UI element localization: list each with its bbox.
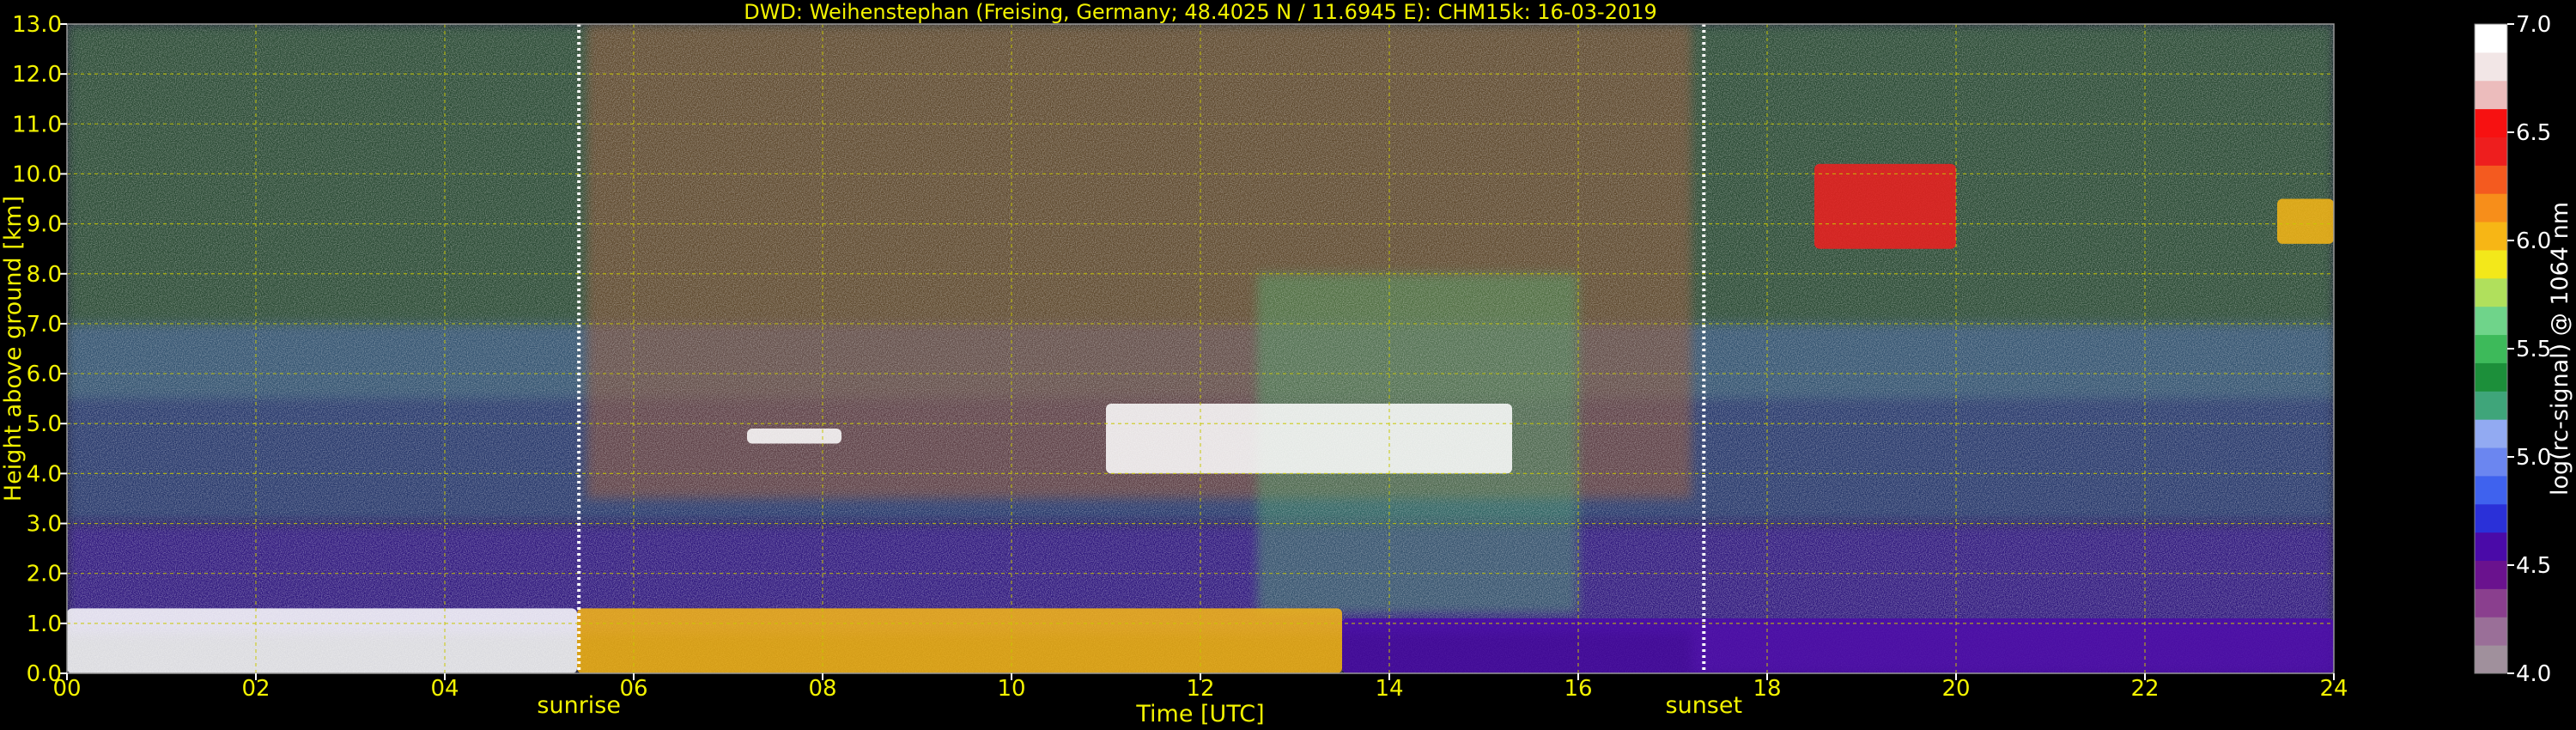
y-tick-label: 6.0 bbox=[27, 362, 62, 387]
y-tick-label: 11.0 bbox=[12, 112, 62, 137]
feature-region bbox=[747, 429, 841, 444]
x-tick-label: 22 bbox=[2130, 676, 2159, 702]
x-tick-label: 02 bbox=[241, 676, 270, 702]
x-tick-label: 12 bbox=[1186, 676, 1214, 702]
colorbar-tick-label: 6.5 bbox=[2516, 120, 2551, 146]
colorbar-segment bbox=[2475, 617, 2507, 646]
x-axis-label: Time [UTC] bbox=[1135, 701, 1264, 727]
colorbar-segment bbox=[2475, 80, 2507, 110]
feature-region bbox=[1342, 618, 2334, 673]
x-axis: 00 02 04 06 08 10 12 14 16 18 20 22 24 bbox=[52, 673, 2348, 702]
colorbar-segment bbox=[2475, 447, 2507, 477]
colorbar-segment bbox=[2475, 249, 2507, 279]
y-tick-label: 5.0 bbox=[27, 411, 62, 437]
colorbar-tick-label: 7.0 bbox=[2516, 12, 2551, 38]
y-tick-label: 10.0 bbox=[12, 161, 62, 187]
colorbar-segment bbox=[2475, 391, 2507, 420]
colorbar-segment bbox=[2475, 560, 2507, 589]
colorbar-segment bbox=[2475, 645, 2507, 674]
x-tick-label: 20 bbox=[1941, 676, 1970, 702]
y-tick-label: 4.0 bbox=[27, 461, 62, 487]
y-tick-label: 12.0 bbox=[12, 62, 62, 88]
y-tick-label: 7.0 bbox=[27, 312, 62, 338]
feature-region bbox=[1106, 403, 1512, 474]
colorbar-segment bbox=[2475, 503, 2507, 533]
feature-region bbox=[577, 608, 1342, 673]
colorbar-segment bbox=[2475, 222, 2507, 251]
colorbar-segment bbox=[2475, 165, 2507, 194]
colorbar-segment bbox=[2475, 306, 2507, 336]
x-tick-label: 08 bbox=[808, 676, 836, 702]
colorbar-segment bbox=[2475, 419, 2507, 448]
colorbar-tick-label: 4.0 bbox=[2516, 661, 2551, 687]
colorbar-label: log(rc-signal) @ 1064 nm bbox=[2547, 202, 2573, 496]
sun-marker-label: sunset bbox=[1666, 692, 1743, 719]
x-tick-label: 00 bbox=[52, 676, 81, 702]
y-tick-label: 1.0 bbox=[27, 611, 62, 637]
colorbar-segment bbox=[2475, 532, 2507, 562]
colorbar-segment bbox=[2475, 588, 2507, 617]
y-axis-label: Height above ground [km] bbox=[0, 196, 27, 502]
feature-region bbox=[67, 608, 577, 673]
x-tick-label: 06 bbox=[619, 676, 647, 702]
lidar-chart: 0.01.02.03.04.05.06.07.08.09.010.011.012… bbox=[0, 0, 2573, 727]
x-tick-label: 04 bbox=[430, 676, 459, 702]
plot-area bbox=[67, 24, 2334, 673]
y-tick-label: 2.0 bbox=[27, 562, 62, 587]
colorbar-segment bbox=[2475, 362, 2507, 392]
x-tick-label: 24 bbox=[2319, 676, 2348, 702]
colorbar-segment bbox=[2475, 193, 2507, 222]
colorbar-tick-label: 4.5 bbox=[2516, 553, 2551, 579]
colorbar-segment bbox=[2475, 475, 2507, 505]
x-tick-label: 16 bbox=[1564, 676, 1592, 702]
colorbar-segment bbox=[2475, 52, 2507, 82]
colorbar-segment bbox=[2475, 108, 2507, 137]
y-tick-label: 9.0 bbox=[27, 212, 62, 238]
x-tick-label: 14 bbox=[1375, 676, 1403, 702]
colorbar-segment bbox=[2475, 24, 2507, 53]
x-tick-label: 10 bbox=[997, 676, 1025, 702]
colorbar-segment bbox=[2475, 277, 2507, 307]
y-tick-label: 8.0 bbox=[27, 262, 62, 288]
colorbar-segment bbox=[2475, 137, 2507, 166]
feature-region bbox=[1814, 163, 1956, 249]
x-tick-label: 18 bbox=[1753, 676, 1781, 702]
chart-title: DWD: Weihenstephan (Freising, Germany; 4… bbox=[744, 0, 1657, 24]
colorbar-segment bbox=[2475, 334, 2507, 363]
sun-marker-label: sunrise bbox=[537, 692, 621, 719]
colorbar: 4.04.55.05.56.06.57.0 bbox=[2474, 12, 2551, 687]
y-tick-label: 13.0 bbox=[12, 12, 62, 38]
feature-region bbox=[2277, 198, 2334, 244]
y-tick-label: 3.0 bbox=[27, 512, 62, 538]
